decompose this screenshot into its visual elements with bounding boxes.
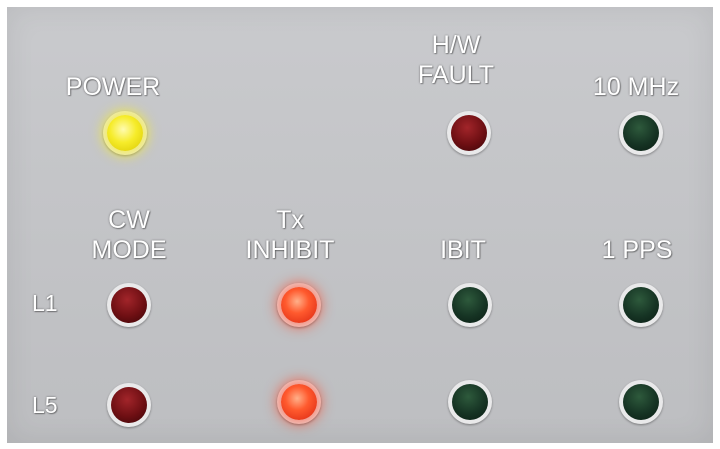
- cw-mode-label: CW MODE: [91, 206, 167, 264]
- l5-tx-inhibit-led: [277, 380, 321, 424]
- l5-ibit-led: [448, 380, 492, 424]
- l5-one-pps-led: [619, 380, 663, 424]
- hw-fault-led: [447, 111, 491, 155]
- l1-one-pps-led: [619, 283, 663, 327]
- ten-mhz-led: [619, 111, 663, 155]
- power-label: POWER: [65, 73, 161, 101]
- l1-cw-mode-led: [107, 283, 151, 327]
- l5-cw-mode-led: [107, 383, 151, 427]
- indicator-panel: POWER H/W FAULT 10 MHz CW MODE Tx INHIBI…: [7, 7, 713, 443]
- l1-ibit-led: [448, 283, 492, 327]
- row-label-l5: L5: [32, 392, 58, 418]
- tx-inhibit-label: Tx INHIBIT: [245, 206, 335, 264]
- hw-fault-label: H/W FAULT: [418, 31, 494, 89]
- power-led: [103, 111, 147, 155]
- ibit-label: IBIT: [440, 236, 486, 264]
- one-pps-label: 1 PPS: [601, 236, 673, 264]
- l1-tx-inhibit-led: [277, 283, 321, 327]
- ten-mhz-label: 10 MHz: [592, 73, 680, 101]
- row-label-l1: L1: [32, 290, 58, 316]
